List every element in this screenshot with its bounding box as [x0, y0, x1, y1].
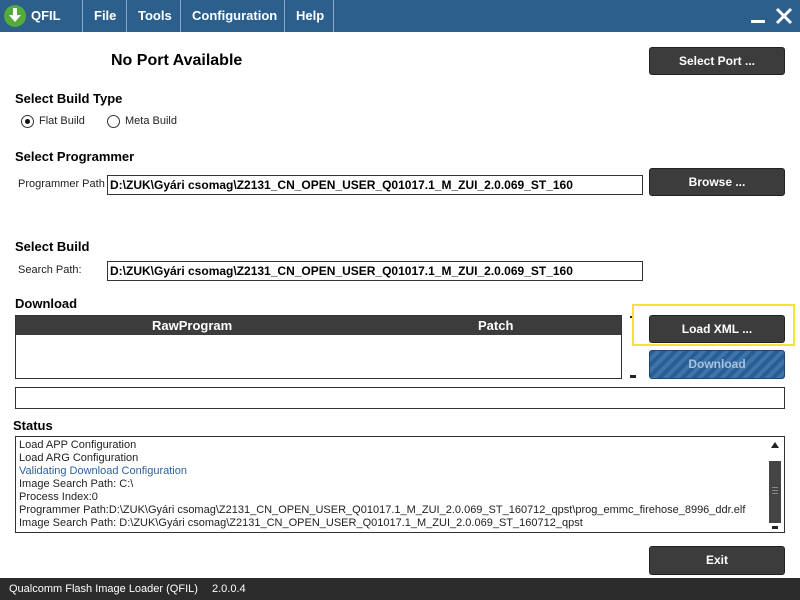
app-name: QFIL — [31, 8, 61, 23]
scroll-down-arrow-icon[interactable] — [772, 526, 778, 529]
browse-button[interactable]: Browse ... — [649, 168, 785, 196]
menu-help[interactable]: Help — [284, 0, 334, 32]
programmer-path-label: Programmer Path — [18, 178, 105, 190]
status-line: Load APP Configuration — [19, 439, 137, 451]
column-rawprogram[interactable]: RawProgram — [152, 318, 232, 333]
menu-file[interactable]: File — [82, 0, 127, 32]
programmer-path-field[interactable]: D:\ZUK\Gyári csomag\Z2131_CN_OPEN_USER_Q… — [107, 175, 643, 195]
download-arrow-icon — [4, 5, 26, 27]
status-bar: Qualcomm Flash Image Loader (QFIL) 2.0.0… — [0, 578, 800, 600]
load-xml-button[interactable]: Load XML ... — [649, 315, 785, 343]
download-table-header: RawProgram Patch — [16, 316, 621, 335]
status-heading: Status — [13, 418, 53, 433]
minimize-icon[interactable] — [751, 20, 765, 23]
qfil-window: QFIL File Tools Configuration Help No Po… — [0, 0, 800, 600]
status-log[interactable]: Load APP Configuration Load ARG Configur… — [15, 436, 785, 533]
programmer-heading: Select Programmer — [15, 149, 135, 164]
status-scrollbar[interactable] — [767, 437, 784, 532]
meta-build-label[interactable]: Meta Build — [125, 115, 177, 127]
title-bar: QFIL File Tools Configuration Help — [0, 0, 800, 32]
select-port-button[interactable]: Select Port ... — [649, 47, 785, 75]
radio-icon[interactable] — [21, 115, 34, 128]
product-name: Qualcomm Flash Image Loader (QFIL) — [9, 583, 198, 595]
status-line: Process Index:0 — [19, 491, 98, 503]
status-line: Load ARG Configuration — [19, 452, 139, 464]
scrollbar-thumb[interactable] — [769, 461, 781, 523]
download-button[interactable]: Download — [649, 350, 785, 379]
exit-button[interactable]: Exit — [649, 546, 785, 575]
build-type-heading: Select Build Type — [15, 91, 123, 106]
close-icon[interactable] — [774, 6, 794, 26]
status-line: Image Search Path: D:\ZUK\Gyári csomag\Z… — [19, 517, 583, 529]
status-line: Validating Download Configuration — [19, 465, 187, 477]
column-patch[interactable]: Patch — [478, 318, 513, 333]
status-line: Image Search Path: C:\ — [19, 478, 134, 490]
menu-configuration[interactable]: Configuration — [180, 0, 284, 32]
select-build-heading: Select Build — [15, 239, 90, 254]
port-status: No Port Available — [111, 52, 243, 69]
scroll-up-arrow-icon[interactable] — [770, 441, 780, 449]
flat-build-label[interactable]: Flat Build — [39, 115, 85, 127]
status-line: Programmer Path:D:\ZUK\Gyári csomag\Z213… — [19, 504, 746, 516]
search-path-label: Search Path: — [18, 264, 82, 276]
radio-icon[interactable] — [107, 115, 120, 128]
version-label: 2.0.0.4 — [212, 583, 246, 595]
splitter-handle[interactable] — [630, 375, 636, 378]
download-table[interactable]: RawProgram Patch — [15, 315, 622, 379]
download-heading: Download — [15, 296, 78, 311]
menu-tools[interactable]: Tools — [126, 0, 179, 32]
progress-bar — [15, 387, 785, 409]
search-path-field[interactable]: D:\ZUK\Gyári csomag\Z2131_CN_OPEN_USER_Q… — [107, 261, 643, 281]
